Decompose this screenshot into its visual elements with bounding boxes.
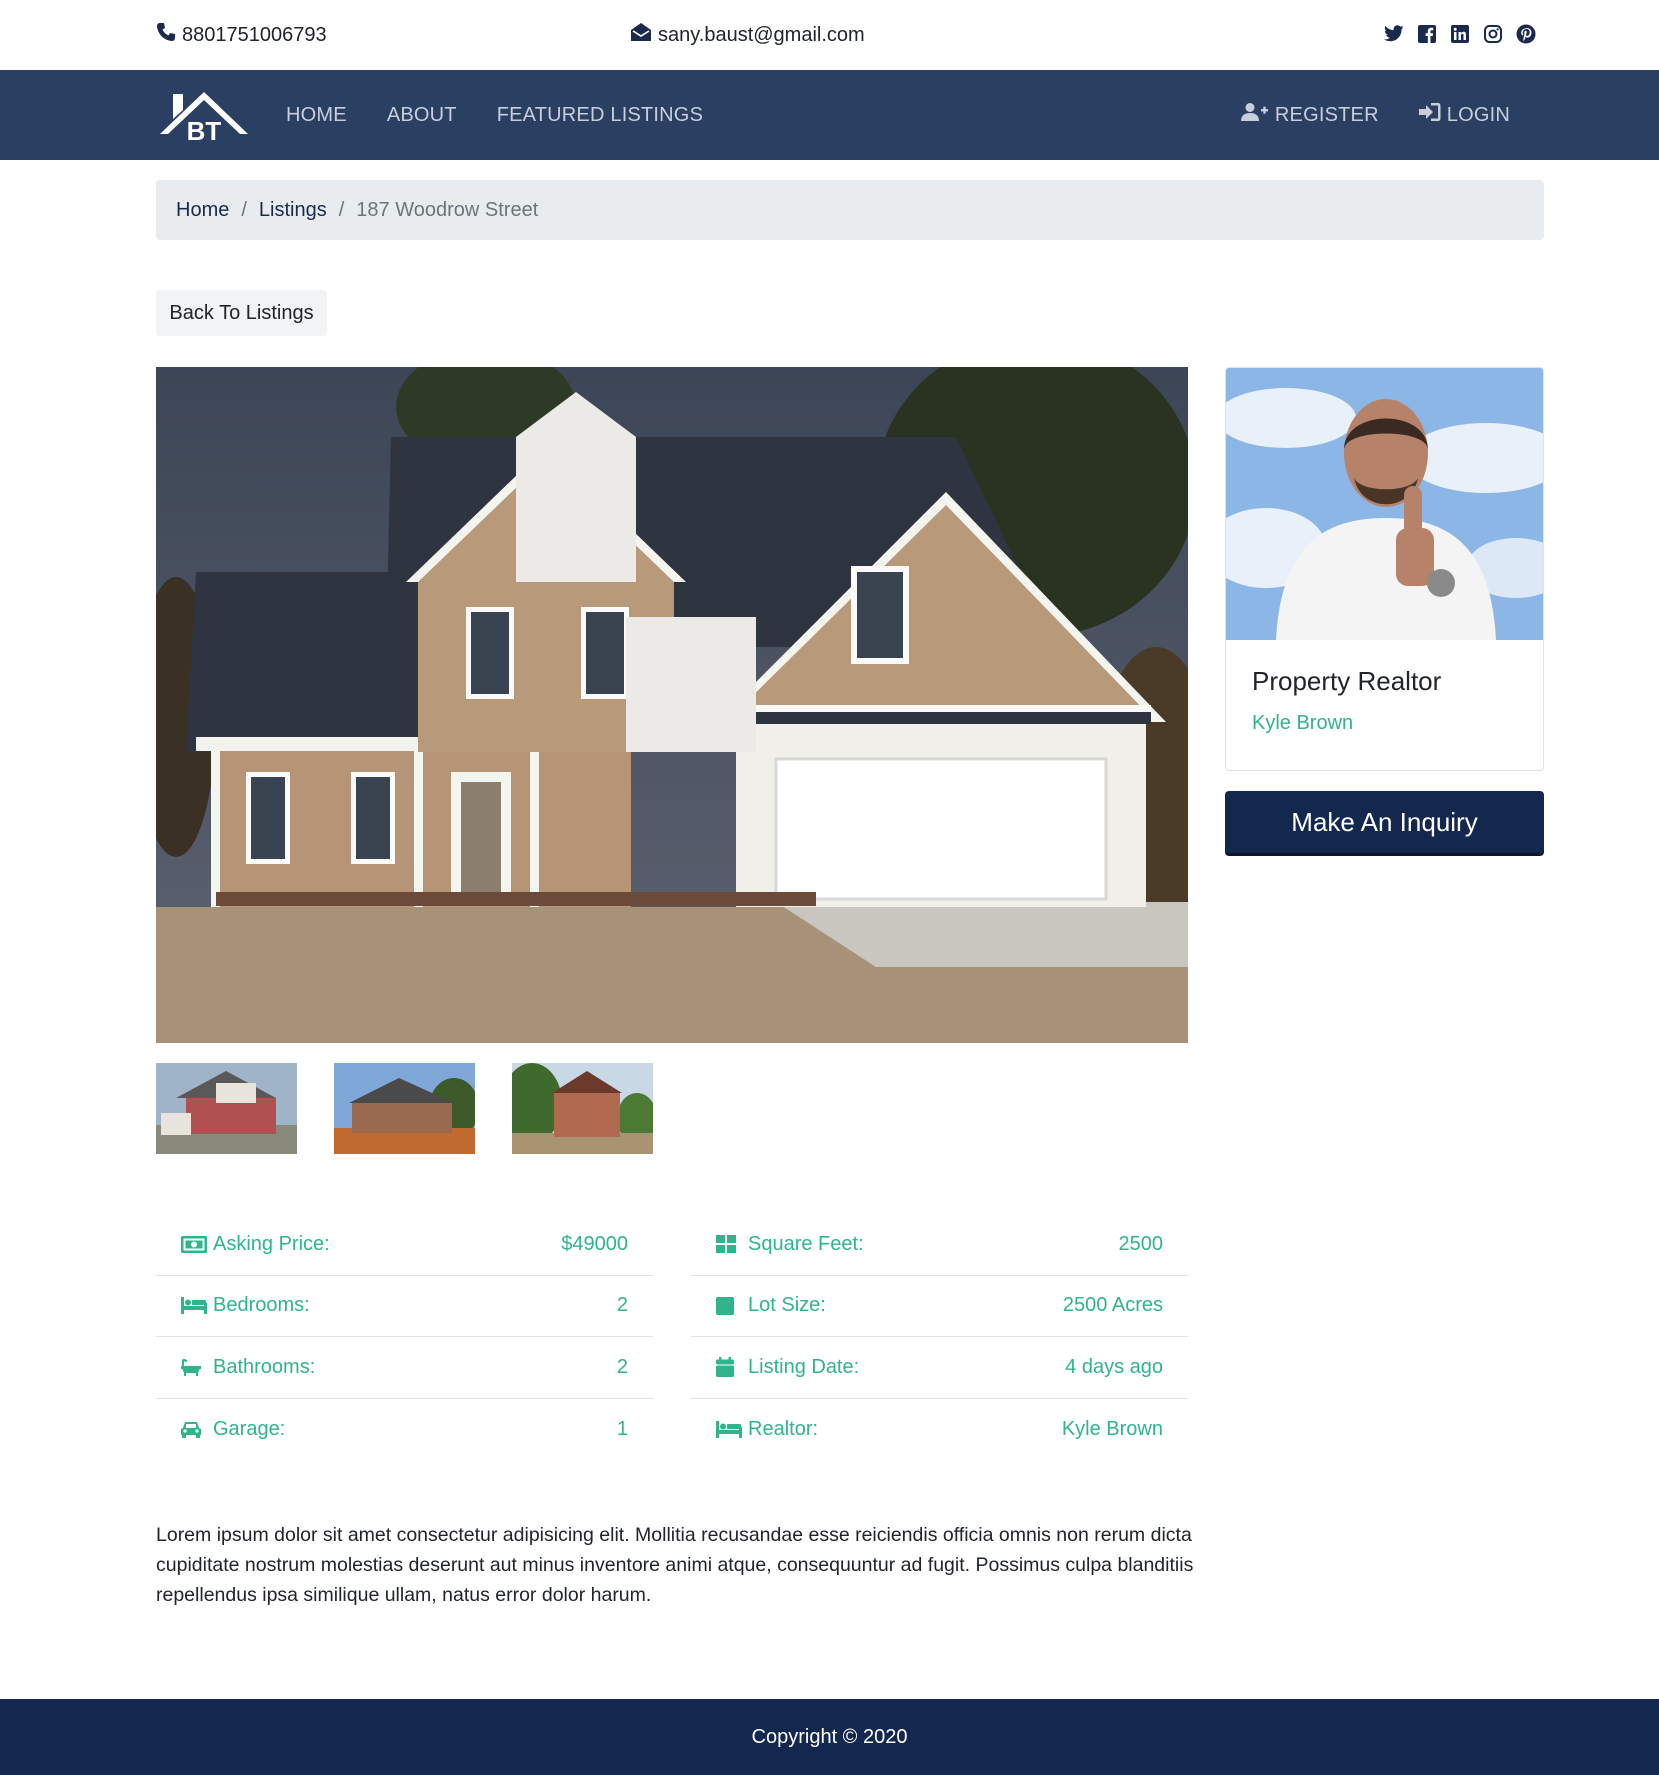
breadcrumb-current: 187 Woodrow Street: [356, 198, 539, 221]
grid-icon: [716, 1234, 742, 1254]
back-to-listings-button[interactable]: Back To Listings: [156, 290, 327, 336]
detail-label: Realtor:: [716, 1418, 818, 1441]
breadcrumb-separator: /: [241, 198, 247, 221]
detail-label-text: Bathrooms:: [213, 1355, 316, 1378]
detail-value: 4 days ago: [1065, 1355, 1163, 1378]
thumbnail-image[interactable]: [512, 1063, 653, 1154]
main-navbar: BT HOME ABOUT FEATURED LISTINGS REGISTER…: [0, 70, 1659, 160]
detail-row-square-feet: Square Feet: 2500: [691, 1214, 1188, 1276]
detail-label: Bedrooms:: [181, 1294, 310, 1317]
detail-label-text: Realtor:: [748, 1417, 819, 1440]
facebook-icon[interactable]: [1417, 24, 1437, 44]
breadcrumb: Home / Listings / 187 Woodrow Street: [156, 180, 1544, 240]
login-label: LOGIN: [1446, 103, 1510, 126]
breadcrumb-listings[interactable]: Listings: [259, 199, 327, 222]
detail-label: Lot Size:: [716, 1294, 826, 1317]
email-contact: sany.baust@gmail.com: [630, 22, 865, 48]
detail-label-text: Lot Size:: [748, 1294, 826, 1317]
nav-link-about[interactable]: ABOUT: [387, 104, 457, 127]
site-footer: Copyright © 2020: [0, 1699, 1659, 1775]
detail-label: Square Feet:: [716, 1233, 864, 1256]
pinterest-icon[interactable]: [1516, 24, 1536, 44]
logo-text: BT: [187, 116, 222, 144]
detail-row-lot-size: Lot Size: 2500 Acres: [691, 1276, 1188, 1337]
listing-details-right: Square Feet: 2500 Lot Size: 2500 Acres L…: [691, 1214, 1188, 1460]
thumbnail-image[interactable]: [334, 1063, 475, 1154]
phone-number: 8801751006793: [182, 23, 327, 46]
detail-value: 2: [616, 1355, 628, 1378]
envelope-open-icon: [630, 22, 652, 48]
nav-link-featured-listings[interactable]: FEATURED LISTINGS: [497, 104, 703, 127]
detail-value: 2: [616, 1294, 628, 1317]
social-links: [1384, 24, 1536, 44]
linkedin-icon[interactable]: [1450, 24, 1470, 44]
detail-row-bedrooms: Bedrooms: 2: [156, 1276, 653, 1337]
instagram-icon[interactable]: [1483, 24, 1503, 44]
nav-links: HOME ABOUT FEATURED LISTINGS: [286, 70, 703, 160]
detail-label-text: Garage:: [213, 1417, 286, 1440]
detail-label-text: Square Feet:: [748, 1232, 864, 1255]
breadcrumb-separator: /: [338, 198, 345, 221]
bath-icon: [181, 1357, 207, 1377]
login-link[interactable]: LOGIN: [1418, 102, 1510, 128]
bed-icon: [181, 1296, 207, 1316]
detail-label-text: Asking Price:: [213, 1232, 330, 1255]
copyright-text: Copyright © 2020: [751, 1725, 908, 1748]
detail-value: $49000: [561, 1232, 628, 1255]
detail-label: Bathrooms:: [181, 1356, 315, 1379]
register-label: REGISTER: [1274, 103, 1379, 126]
calendar-icon: [716, 1357, 742, 1378]
twitter-icon[interactable]: [1384, 24, 1404, 44]
car-icon: [181, 1419, 207, 1439]
realtor-title: Property Realtor: [1252, 666, 1442, 696]
realtor-photo: [1226, 368, 1543, 640]
square-icon: [716, 1296, 742, 1316]
detail-label: Asking Price:: [181, 1233, 330, 1256]
detail-label: Garage:: [181, 1418, 285, 1441]
detail-value: Kyle Brown: [1061, 1417, 1163, 1440]
detail-row-realtor: Realtor: Kyle Brown: [691, 1399, 1188, 1461]
breadcrumb-home[interactable]: Home: [176, 199, 229, 222]
user-plus-icon: [1240, 102, 1269, 128]
realtor-card: Property Realtor Kyle Brown: [1225, 367, 1544, 771]
detail-row-asking-price: Asking Price: $49000: [156, 1214, 653, 1276]
thumbnail-image[interactable]: [156, 1063, 297, 1154]
email-address: sany.baust@gmail.com: [658, 23, 865, 46]
detail-value: 1: [616, 1417, 628, 1440]
contact-bar: 8801751006793 sany.baust@gmail.com: [0, 0, 1659, 70]
phone-icon: [156, 22, 176, 48]
detail-value: 2500: [1118, 1232, 1164, 1255]
detail-label-text: Bedrooms:: [213, 1294, 310, 1317]
listing-details-left: Asking Price: $49000 Bedrooms: 2 Bathroo…: [156, 1214, 653, 1460]
brand-logo[interactable]: BT: [156, 86, 252, 146]
register-link[interactable]: REGISTER: [1240, 102, 1379, 128]
bed-icon: [716, 1419, 742, 1439]
detail-value: 2500 Acres: [1062, 1294, 1163, 1317]
sign-in-icon: [1418, 102, 1441, 128]
realtor-name: Kyle Brown: [1252, 712, 1354, 734]
money-icon: [181, 1234, 207, 1254]
phone-contact: 8801751006793: [156, 22, 327, 48]
auth-links: REGISTER LOGIN: [1240, 70, 1510, 160]
detail-row-listing-date: Listing Date: 4 days ago: [691, 1337, 1188, 1399]
listing-description: Lorem ipsum dolor sit amet consectetur a…: [156, 1524, 1194, 1606]
detail-row-bathrooms: Bathrooms: 2: [156, 1337, 653, 1399]
make-inquiry-button[interactable]: Make An Inquiry: [1225, 791, 1544, 853]
listing-main-image: [156, 367, 1188, 1043]
image-thumbnails: [156, 1063, 653, 1154]
detail-row-garage: Garage: 1: [156, 1399, 653, 1461]
detail-label: Listing Date:: [716, 1356, 859, 1379]
nav-link-home[interactable]: HOME: [286, 104, 347, 127]
detail-label-text: Listing Date:: [748, 1355, 860, 1378]
